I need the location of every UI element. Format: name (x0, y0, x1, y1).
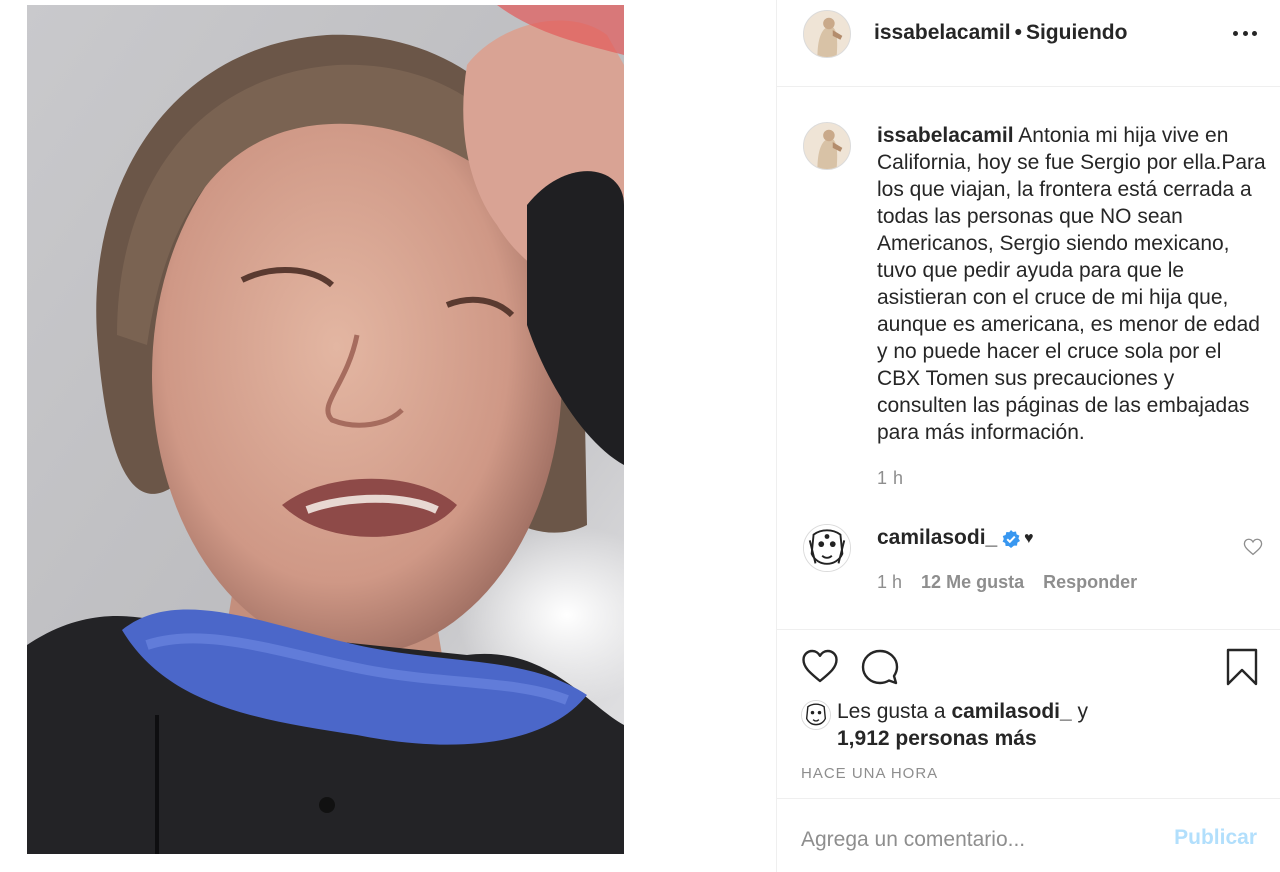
liker-username[interactable]: camilasodi_ (951, 700, 1071, 723)
post-header: issabelacamil • Siguiendo (777, 0, 1280, 87)
add-comment-bar: Publicar (777, 798, 1280, 872)
verified-badge-icon (1002, 530, 1020, 548)
speech-bubble-icon[interactable] (861, 648, 899, 686)
selfie-photo-illustration (27, 5, 624, 854)
author-username[interactable]: issabelacamil (874, 21, 1011, 44)
more-dot (1242, 30, 1248, 36)
likes-conjunction: y (1077, 700, 1089, 723)
author-avatar[interactable] (803, 10, 851, 58)
caption-author-avatar[interactable] (803, 122, 851, 170)
caption-time[interactable]: 1 h (877, 468, 904, 489)
post-media-area (0, 0, 776, 872)
post-actions: Les gusta a camilasodi_ y 1,912 personas… (777, 629, 1280, 799)
comment-meta: 1 h 12 Me gusta Responder (877, 572, 1151, 593)
comment-text: ♥ (1024, 530, 1034, 547)
follow-status-button[interactable]: Siguiendo (1026, 21, 1128, 44)
caption-body: Antonia mi hija vive en California, hoy … (877, 124, 1266, 444)
header-title: issabelacamil • Siguiendo (874, 21, 1127, 45)
likes-count-button[interactable]: 1,912 personas más (837, 727, 1037, 751)
comment-likes-count[interactable]: 12 Me gusta (921, 572, 1024, 592)
more-options-icon[interactable] (1231, 21, 1259, 45)
commenter-avatar[interactable] (803, 524, 851, 572)
reply-button[interactable]: Responder (1043, 572, 1137, 592)
more-dot (1233, 30, 1238, 36)
more-dot (1252, 30, 1257, 36)
caption-username[interactable]: issabelacamil (877, 124, 1014, 147)
commenter-username[interactable]: camilasodi_ (877, 526, 997, 550)
commenter-avatar-image (804, 525, 850, 571)
header-separator: • (1014, 21, 1022, 44)
caption-text: issabelacamil Antonia mi hija vive en Ca… (877, 122, 1269, 446)
liker-avatar[interactable] (801, 700, 831, 730)
author-avatar-image (804, 11, 850, 57)
post-side-panel: issabelacamil • Siguiendo issabelacamil An… (776, 0, 1280, 872)
comment-like-heart-icon[interactable] (1243, 538, 1263, 556)
bookmark-icon[interactable] (1223, 648, 1261, 686)
publish-button[interactable]: Publicar (1173, 826, 1257, 850)
comment-input[interactable] (801, 825, 1161, 855)
post-timestamp[interactable]: HACE UNA HORA (801, 765, 938, 782)
heart-outline-icon[interactable] (801, 648, 839, 686)
likes-prefix: Les gusta a (837, 700, 946, 723)
comment-time[interactable]: 1 h (877, 572, 902, 592)
post-photo[interactable] (27, 5, 624, 854)
caption-avatar-image (804, 123, 850, 169)
liker-avatar-image (802, 701, 830, 729)
likes-line: Les gusta a camilasodi_ y (837, 700, 1088, 724)
comments-section: issabelacamil Antonia mi hija vive en Ca… (777, 88, 1280, 628)
